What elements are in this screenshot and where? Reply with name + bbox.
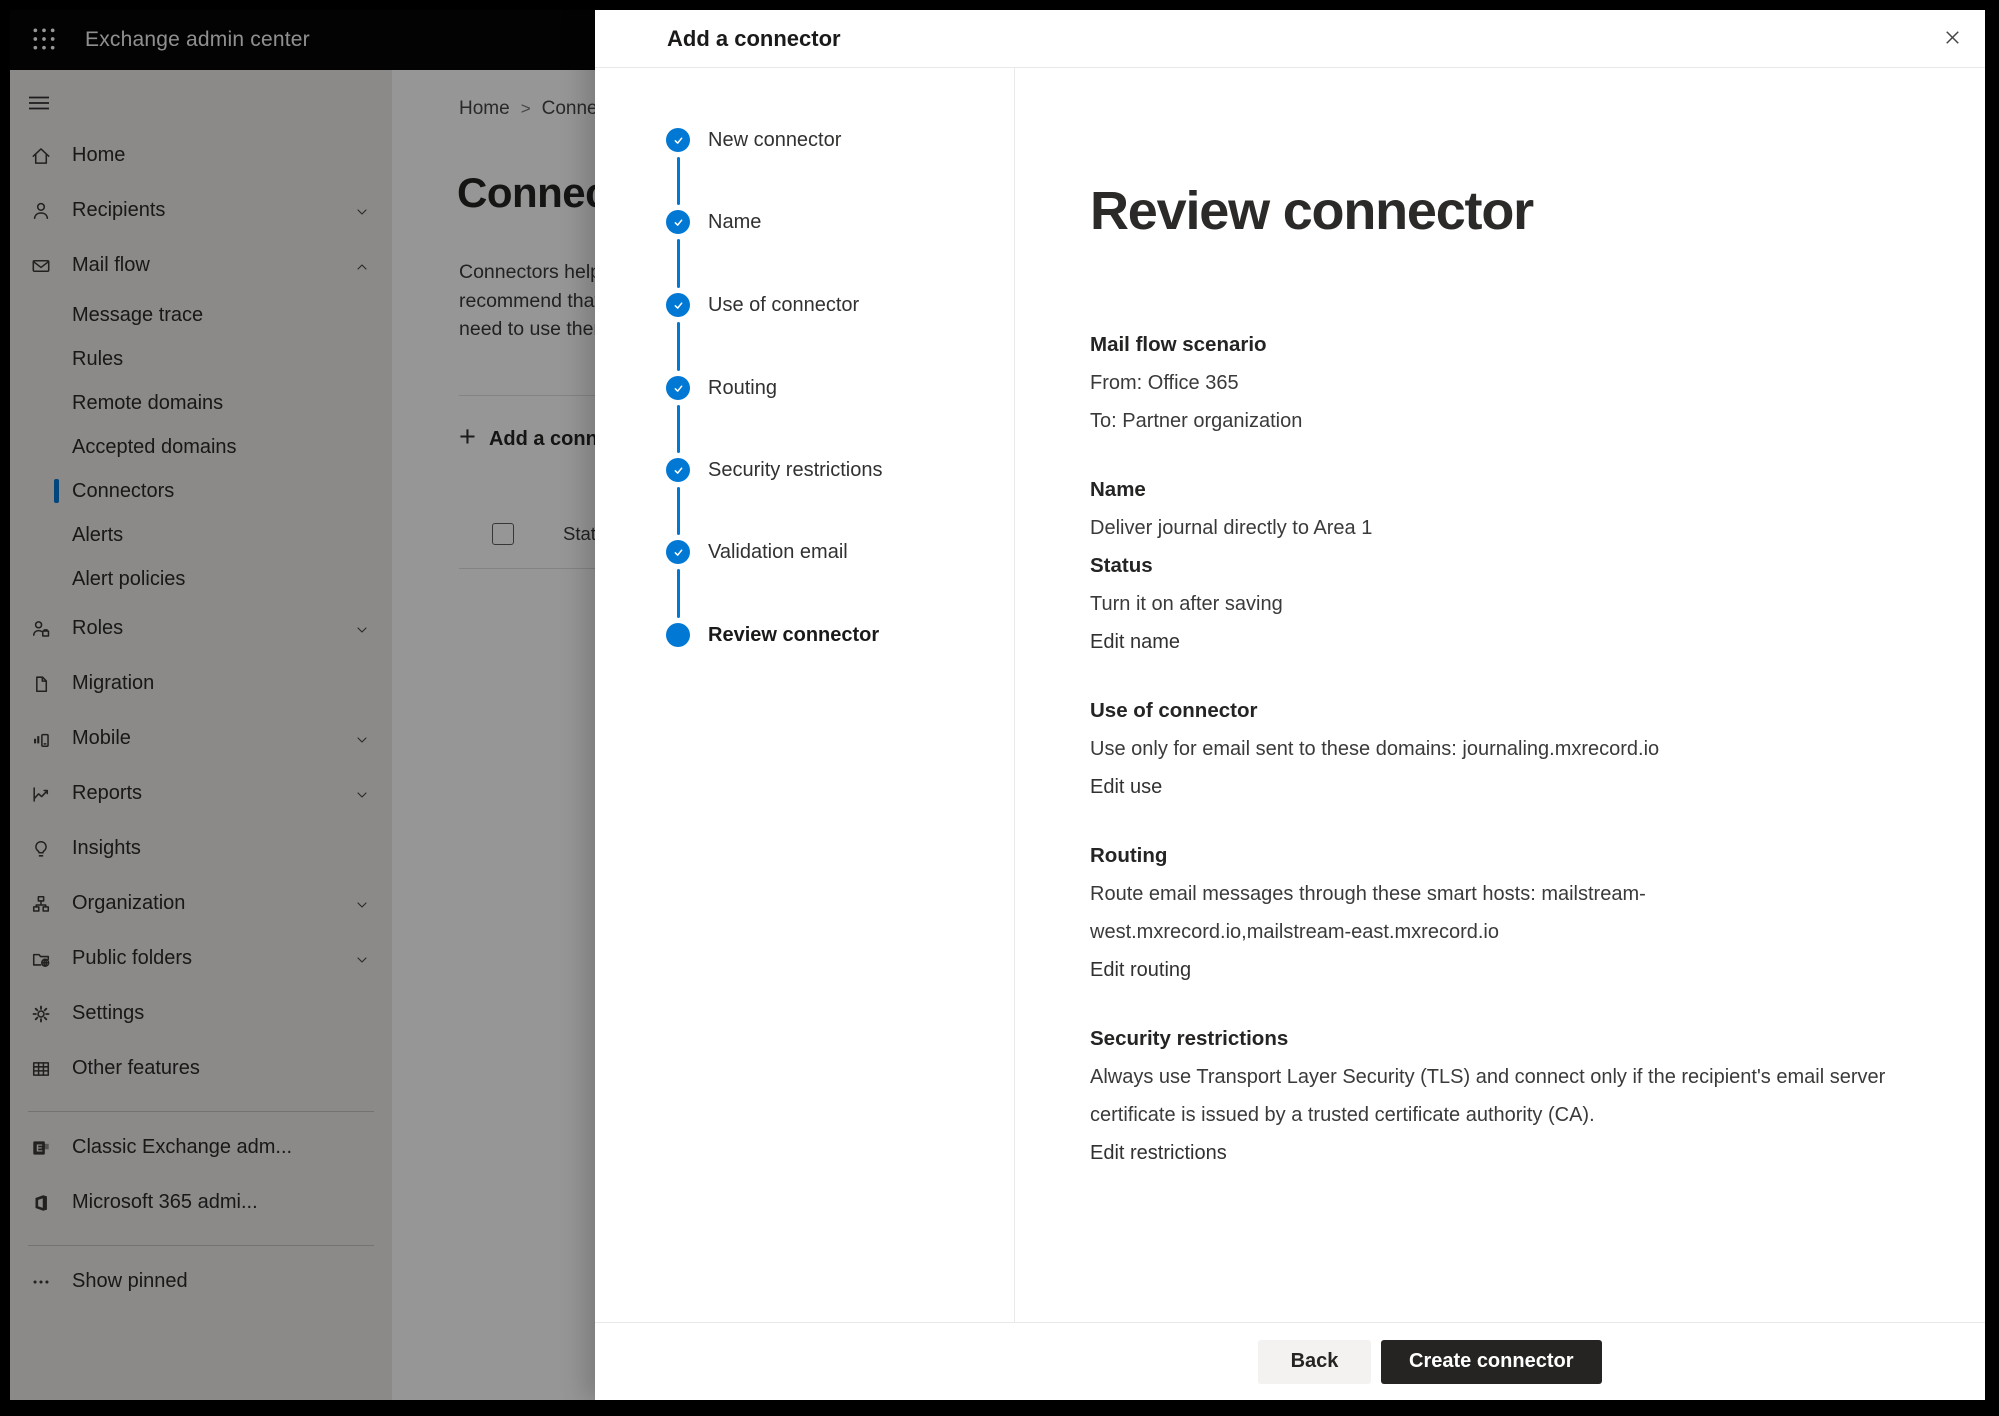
step-completed-check-icon bbox=[666, 376, 690, 400]
edit-routing-link[interactable]: Edit routing bbox=[1090, 951, 1191, 989]
close-button[interactable] bbox=[1937, 24, 1967, 54]
step-completed-check-icon bbox=[666, 540, 690, 564]
section-text: To: Partner organization bbox=[1090, 402, 1902, 440]
step-review-connector: Review connector bbox=[595, 620, 1014, 650]
panel-title: Add a connector bbox=[667, 26, 841, 52]
step-connector-line bbox=[677, 157, 680, 205]
panel-header: Add a connector bbox=[595, 10, 1985, 68]
step-label: Use of connector bbox=[708, 294, 859, 317]
review-heading: Review connector bbox=[1090, 180, 1925, 242]
section-text: Deliver journal directly to Area 1 bbox=[1090, 509, 1902, 547]
step-label: Review connector bbox=[708, 624, 879, 647]
step-routing[interactable]: Routing bbox=[595, 373, 1014, 403]
step-connector-line bbox=[677, 405, 680, 453]
review-section: Use of connectorUse only for email sent … bbox=[1090, 692, 1910, 806]
section-text: Route email messages through these smart… bbox=[1090, 875, 1902, 951]
step-security-restrictions[interactable]: Security restrictions bbox=[595, 455, 1014, 485]
review-section: Mail flow scenarioFrom: Office 365To: Pa… bbox=[1090, 326, 1910, 440]
edit-restrictions-link[interactable]: Edit restrictions bbox=[1090, 1134, 1227, 1172]
screenshot-frame: Exchange admin center HomeRecipientsMail… bbox=[0, 0, 1999, 1416]
section-text: From: Office 365 bbox=[1090, 364, 1902, 402]
section-heading-name: Name bbox=[1090, 471, 1910, 509]
edit-use-link[interactable]: Edit use bbox=[1090, 768, 1162, 806]
step-label: Security restrictions bbox=[708, 459, 883, 482]
section-text: Use only for email sent to these domains… bbox=[1090, 730, 1902, 768]
step-connector-line bbox=[677, 569, 680, 618]
section-heading-use-of-connector: Use of connector bbox=[1090, 692, 1910, 730]
review-content: Review connector Mail flow scenarioFrom:… bbox=[1015, 68, 1985, 1322]
section-heading-mail-flow-scenario: Mail flow scenario bbox=[1090, 326, 1910, 364]
section-heading-security-restrictions: Security restrictions bbox=[1090, 1020, 1910, 1058]
section-text: Turn it on after saving bbox=[1090, 585, 1902, 623]
section-heading-status: Status bbox=[1090, 547, 1910, 585]
step-connector-line bbox=[677, 487, 680, 535]
step-completed-check-icon bbox=[666, 293, 690, 317]
step-validation-email[interactable]: Validation email bbox=[595, 537, 1014, 567]
panel-footer: Back Create connector bbox=[595, 1322, 1985, 1400]
step-completed-check-icon bbox=[666, 458, 690, 482]
step-label: Name bbox=[708, 211, 761, 234]
app-window: Exchange admin center HomeRecipientsMail… bbox=[10, 10, 1985, 1400]
review-section: NameDeliver journal directly to Area 1St… bbox=[1090, 471, 1910, 661]
step-label: Routing bbox=[708, 377, 777, 400]
step-name[interactable]: Name bbox=[595, 207, 1014, 237]
section-heading-routing: Routing bbox=[1090, 837, 1910, 875]
step-label: New connector bbox=[708, 129, 841, 152]
close-icon bbox=[1942, 27, 1963, 51]
step-new-connector[interactable]: New connector bbox=[595, 125, 1014, 155]
step-current-dot-icon bbox=[666, 623, 690, 647]
step-completed-check-icon bbox=[666, 210, 690, 234]
review-section: RoutingRoute email messages through thes… bbox=[1090, 837, 1910, 989]
create-connector-button[interactable]: Create connector bbox=[1381, 1340, 1602, 1384]
step-use-of-connector[interactable]: Use of connector bbox=[595, 290, 1014, 320]
step-connector-line bbox=[677, 239, 680, 288]
back-button[interactable]: Back bbox=[1258, 1340, 1371, 1384]
step-completed-check-icon bbox=[666, 128, 690, 152]
edit-name-link[interactable]: Edit name bbox=[1090, 623, 1180, 661]
wizard-steps: New connector Name Use of connector Routing… bbox=[595, 68, 1015, 1322]
step-label: Validation email bbox=[708, 541, 848, 564]
review-section: Security restrictionsAlways use Transpor… bbox=[1090, 1020, 1910, 1172]
step-connector-line bbox=[677, 322, 680, 371]
section-text: Always use Transport Layer Security (TLS… bbox=[1090, 1058, 1902, 1134]
add-connector-panel: Add a connector New connector Name Use of … bbox=[595, 10, 1985, 1400]
